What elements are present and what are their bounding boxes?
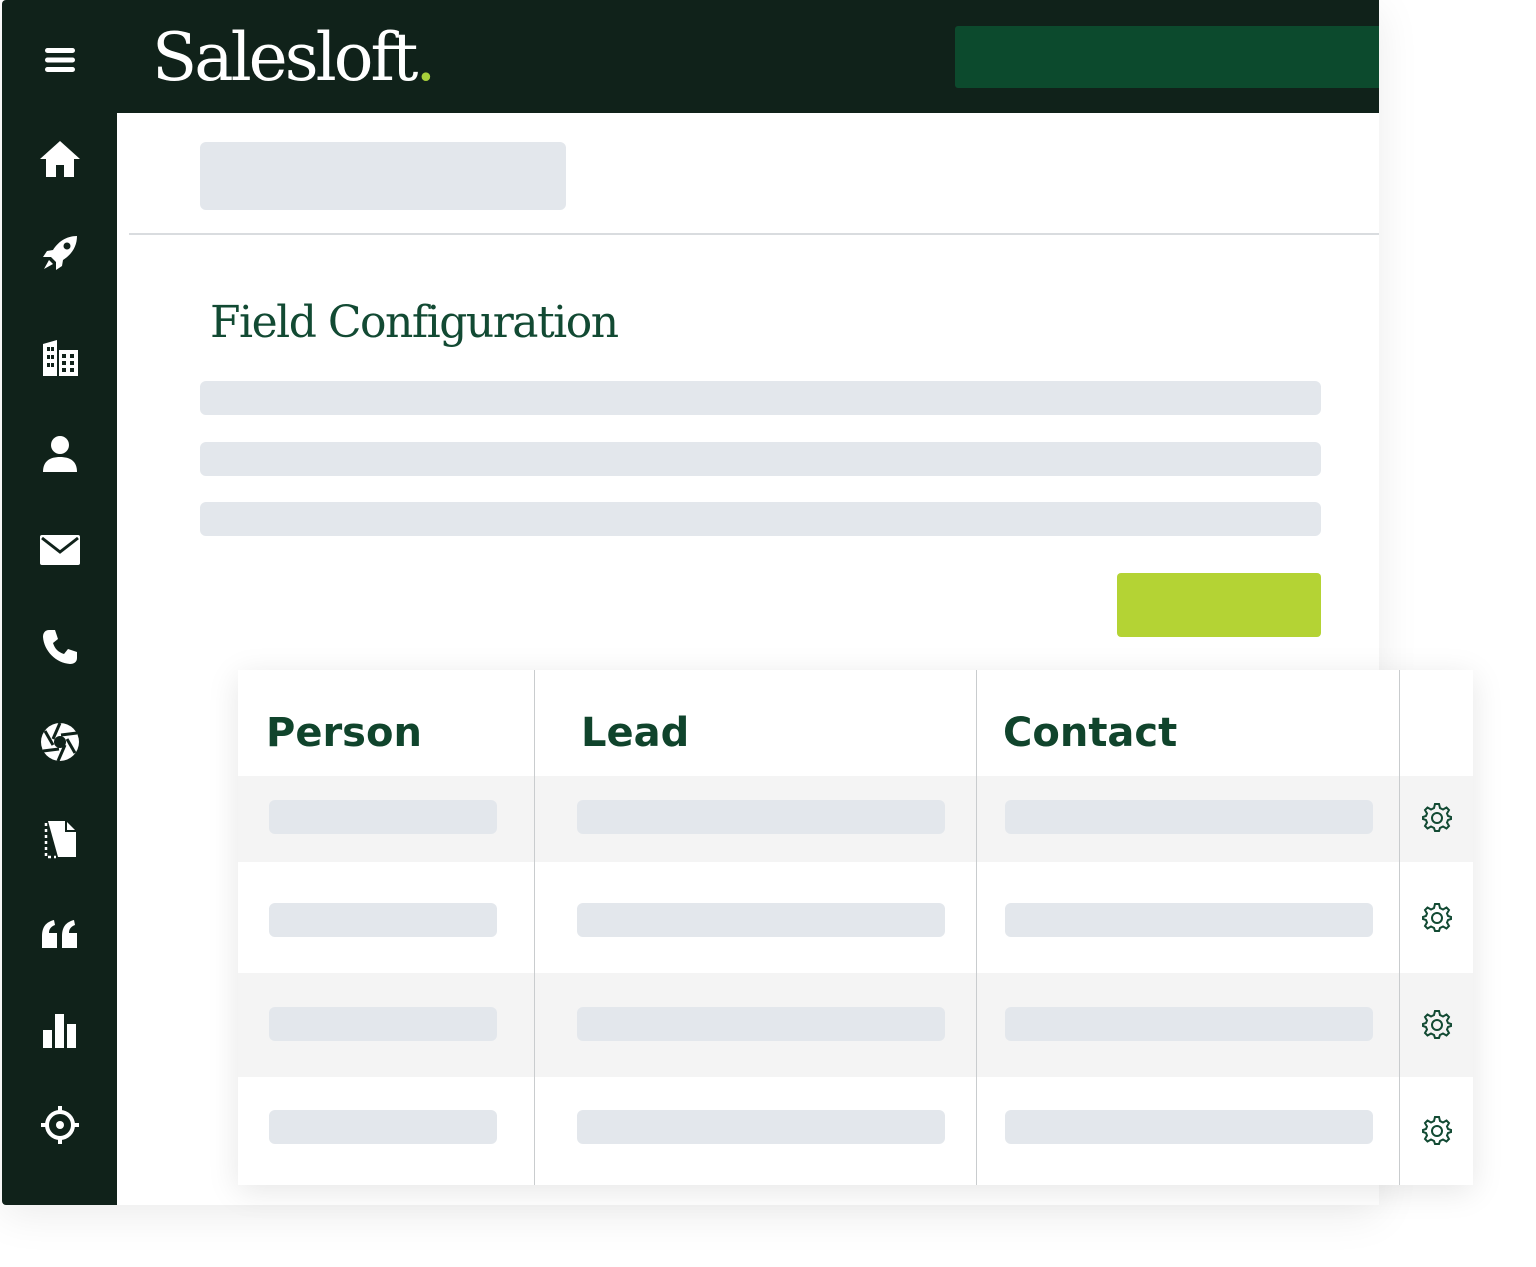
column-header-lead[interactable]: Lead	[581, 670, 689, 776]
person-field-placeholder[interactable]	[269, 1007, 497, 1041]
column-divider	[534, 670, 535, 1185]
lead-field-placeholder[interactable]	[577, 1007, 945, 1041]
primary-action-button[interactable]	[1117, 573, 1321, 637]
gear-icon[interactable]	[1421, 801, 1453, 833]
logo-dot: .	[415, 19, 436, 96]
top-bar: Salesloft.	[117, 0, 1379, 113]
quote-icon[interactable]	[34, 908, 86, 960]
contact-field-placeholder[interactable]	[1005, 1007, 1373, 1041]
contact-field-placeholder[interactable]	[1005, 800, 1373, 834]
gear-icon[interactable]	[1421, 1114, 1453, 1146]
gear-icon[interactable]	[1421, 1008, 1453, 1040]
person-icon[interactable]	[34, 428, 86, 480]
description-line-placeholder	[200, 442, 1321, 476]
aperture-icon[interactable]	[34, 716, 86, 768]
salesloft-logo[interactable]: Salesloft.	[152, 18, 436, 98]
person-field-placeholder[interactable]	[269, 1110, 497, 1144]
gear-icon[interactable]	[1421, 901, 1453, 933]
description-line-placeholder	[200, 502, 1321, 536]
contact-field-placeholder[interactable]	[1005, 1110, 1373, 1144]
column-divider	[1399, 670, 1400, 1185]
building-icon[interactable]	[34, 332, 86, 384]
sidebar	[2, 0, 117, 1205]
rocket-icon[interactable]	[34, 227, 86, 279]
field-mapping-table: Person Lead Contact	[238, 670, 1473, 1185]
person-field-placeholder[interactable]	[269, 903, 497, 937]
column-header-person[interactable]: Person	[266, 670, 422, 776]
header-divider	[129, 233, 1379, 235]
page-title: Field Configuration	[210, 297, 619, 348]
contact-field-placeholder[interactable]	[1005, 903, 1373, 937]
description-line-placeholder	[200, 381, 1321, 415]
column-header-contact[interactable]: Contact	[1003, 670, 1177, 776]
lead-field-placeholder[interactable]	[577, 903, 945, 937]
person-field-placeholder[interactable]	[269, 800, 497, 834]
bar-chart-icon[interactable]	[34, 1004, 86, 1056]
header-search-bar[interactable]	[955, 26, 1379, 88]
mail-icon[interactable]	[34, 524, 86, 576]
menu-icon[interactable]	[34, 34, 86, 86]
document-icon[interactable]	[34, 813, 86, 865]
lead-field-placeholder[interactable]	[577, 800, 945, 834]
lead-field-placeholder[interactable]	[577, 1110, 945, 1144]
logo-text: Salesloft	[152, 19, 418, 96]
phone-icon[interactable]	[34, 621, 86, 673]
column-divider	[976, 670, 977, 1185]
home-icon[interactable]	[34, 133, 86, 185]
breadcrumb-placeholder	[200, 142, 566, 210]
crosshair-icon[interactable]	[34, 1099, 86, 1151]
